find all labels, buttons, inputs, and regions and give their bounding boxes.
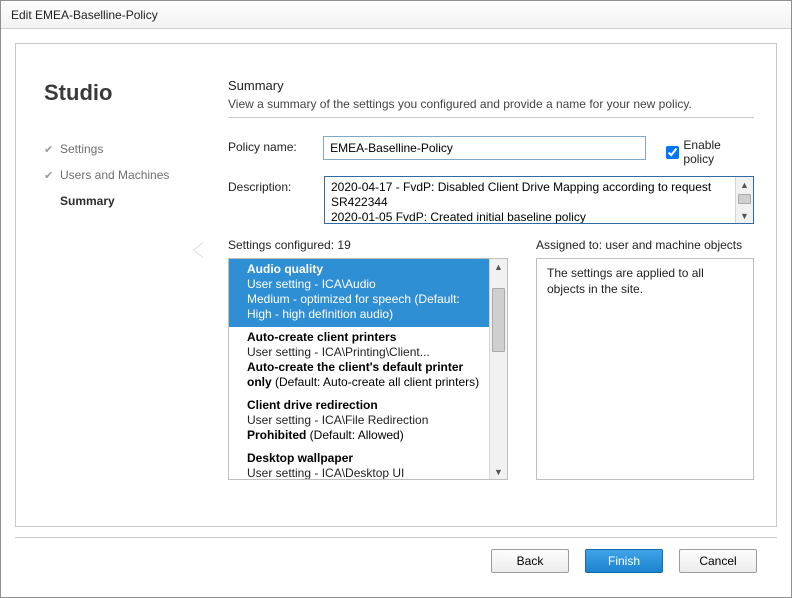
setting-default: (Default: Allowed) xyxy=(310,428,404,442)
scroll-down-icon[interactable]: ▼ xyxy=(490,464,507,479)
setting-title: Desktop wallpaper xyxy=(247,451,481,466)
scroll-up-icon[interactable]: ▲ xyxy=(490,259,507,274)
policy-name-input[interactable] xyxy=(323,136,646,160)
dialog-window: Edit EMEA-Baselline-Policy Studio ✔ Sett… xyxy=(0,0,792,598)
settings-list-viewport: Audio qualityUser setting - ICA\AudioMed… xyxy=(229,259,489,479)
window-titlebar: Edit EMEA-Baselline-Policy xyxy=(1,1,791,29)
content-panel: Studio ✔ Settings ✔ Users and Machines S… xyxy=(15,43,777,527)
enable-policy-toggle[interactable]: Enable policy xyxy=(662,136,754,166)
setting-path: User setting - ICA\Printing\Client... xyxy=(247,345,481,360)
description-label: Description: xyxy=(228,176,324,194)
wizard-step-label: Users and Machines xyxy=(60,168,169,182)
setting-path: User setting - ICA\Desktop UI xyxy=(247,466,481,479)
step-pointer-icon xyxy=(194,242,204,258)
setting-value: Auto-create the client's default printer… xyxy=(247,360,481,390)
assigned-to-box: The settings are applied to all objects … xyxy=(536,258,754,480)
scroll-thumb[interactable] xyxy=(492,288,505,352)
window-body: Studio ✔ Settings ✔ Users and Machines S… xyxy=(1,29,791,597)
divider xyxy=(228,117,754,118)
settings-configured-heading: Settings configured: 19 xyxy=(228,238,508,252)
setting-default: (Default: Auto-create all client printer… xyxy=(275,375,479,389)
wizard-step-label: Summary xyxy=(60,194,115,208)
setting-default: (Default: High - high definition audio) xyxy=(247,292,460,321)
setting-title: Client drive redirection xyxy=(247,398,481,413)
back-button[interactable]: Back xyxy=(491,549,569,573)
description-field-wrapper: 2020-04-17 - FvdP: Disabled Client Drive… xyxy=(324,176,754,224)
setting-path: User setting - ICA\File Redirection xyxy=(247,413,481,428)
assigned-column: Assigned to: user and machine objects Th… xyxy=(536,238,754,480)
description-row: Description: 2020-04-17 - FvdP: Disabled… xyxy=(228,176,754,224)
enable-policy-label: Enable policy xyxy=(683,138,754,166)
finish-button[interactable]: Finish xyxy=(585,549,663,573)
settings-scrollbar[interactable]: ▲ ▼ xyxy=(489,259,507,479)
scroll-thumb[interactable] xyxy=(738,194,751,204)
scroll-up-icon[interactable]: ▲ xyxy=(736,177,753,192)
setting-title: Auto-create client printers xyxy=(247,330,481,345)
brand-title: Studio xyxy=(44,80,204,106)
setting-value: Medium - optimized for speech (Default: … xyxy=(247,292,481,322)
assigned-to-text: The settings are applied to all objects … xyxy=(547,266,704,296)
cancel-button[interactable]: Cancel xyxy=(679,549,757,573)
policy-name-label: Policy name: xyxy=(228,136,323,154)
settings-listbox[interactable]: Audio qualityUser setting - ICA\AudioMed… xyxy=(228,258,508,480)
settings-list-item[interactable]: Client drive redirectionUser setting - I… xyxy=(229,395,489,448)
setting-path: User setting - ICA\Audio xyxy=(247,277,481,292)
checkmark-icon: ✔ xyxy=(44,169,60,182)
section-subtitle: View a summary of the settings you confi… xyxy=(228,97,754,111)
description-input[interactable]: 2020-04-17 - FvdP: Disabled Client Drive… xyxy=(325,177,735,223)
dialog-button-bar: Back Finish Cancel xyxy=(15,537,777,583)
description-scrollbar[interactable]: ▲ ▼ xyxy=(735,177,753,223)
scroll-track[interactable] xyxy=(490,274,507,464)
setting-title: Audio quality xyxy=(247,262,481,277)
checkmark-icon: ✔ xyxy=(44,143,60,156)
summary-columns: Settings configured: 19 Audio qualityUse… xyxy=(228,238,754,480)
settings-column: Settings configured: 19 Audio qualityUse… xyxy=(228,238,508,480)
wizard-step-label: Settings xyxy=(60,142,103,156)
enable-policy-checkbox[interactable] xyxy=(666,146,679,159)
wizard-sidebar: Studio ✔ Settings ✔ Users and Machines S… xyxy=(16,44,204,526)
scroll-track[interactable] xyxy=(736,192,753,208)
setting-value: Prohibited (Default: Allowed) xyxy=(247,428,481,443)
section-heading: Summary xyxy=(228,78,754,93)
wizard-step-summary[interactable]: Summary xyxy=(44,194,204,208)
settings-list-item[interactable]: Desktop wallpaperUser setting - ICA\Desk… xyxy=(229,448,489,479)
wizard-step-settings[interactable]: ✔ Settings xyxy=(44,142,204,156)
policy-name-row: Policy name: Enable policy xyxy=(228,136,754,166)
window-title: Edit EMEA-Baselline-Policy xyxy=(11,8,158,22)
main-content: Summary View a summary of the settings y… xyxy=(204,44,776,526)
settings-list-item[interactable]: Audio qualityUser setting - ICA\AudioMed… xyxy=(229,259,489,327)
scroll-down-icon[interactable]: ▼ xyxy=(736,208,753,223)
wizard-step-users-machines[interactable]: ✔ Users and Machines xyxy=(44,168,204,182)
settings-list-item[interactable]: Auto-create client printersUser setting … xyxy=(229,327,489,395)
assigned-to-heading: Assigned to: user and machine objects xyxy=(536,238,754,252)
